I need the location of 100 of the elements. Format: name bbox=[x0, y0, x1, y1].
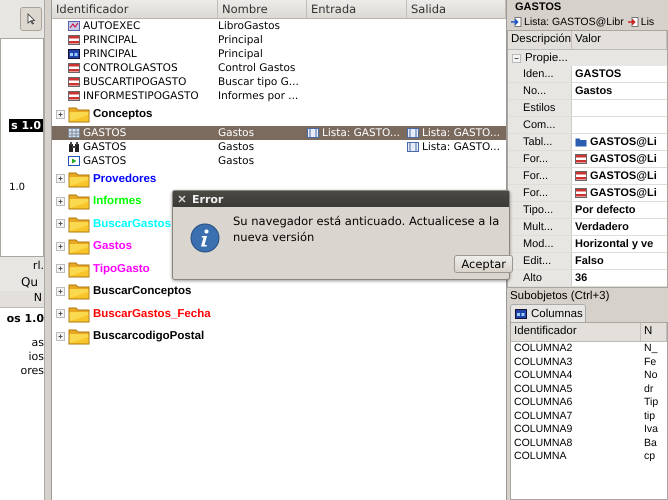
output-cell: Lista: GASTO... bbox=[422, 140, 500, 152]
object-name: Informes por ... bbox=[218, 90, 298, 102]
tree-row[interactable]: GASTOS Gastos Lista: GASTO... Lista: GASTO... bbox=[52, 126, 506, 140]
property-label: Com... bbox=[523, 119, 556, 131]
object-name: Gastos bbox=[218, 140, 254, 152]
property-value: GASTOS@Li bbox=[590, 187, 657, 199]
tree-row[interactable]: CONTROLGASTOS Control Gastos bbox=[52, 61, 506, 75]
object-id: GASTOS bbox=[83, 140, 126, 152]
link-text[interactable]: Lista: GASTOS@Libr bbox=[524, 16, 624, 28]
object-name: Principal bbox=[218, 34, 263, 46]
label-text: s 1.0 bbox=[9, 119, 43, 132]
object-name: Gastos bbox=[218, 154, 254, 166]
column-header[interactable]: Salida bbox=[407, 0, 506, 18]
property-label: Estilos bbox=[523, 102, 556, 114]
folder-name[interactable]: Provedores bbox=[93, 172, 156, 185]
dock-title: rl. bbox=[32, 258, 44, 272]
expand-icon[interactable] bbox=[56, 219, 65, 228]
tree-row[interactable]: INFORMESTIPOGASTO Informes por ... bbox=[52, 89, 506, 103]
object-id: GASTOS bbox=[83, 154, 126, 166]
property-label: Iden... bbox=[523, 68, 554, 80]
tree-row[interactable]: GASTOS Gastos bbox=[52, 154, 506, 168]
expand-icon[interactable] bbox=[56, 174, 65, 184]
folder-icon bbox=[68, 105, 90, 124]
table-cell-text: Tip bbox=[644, 396, 660, 410]
table-cell-text: N_ bbox=[644, 342, 659, 356]
enter-arrow-icon bbox=[510, 16, 522, 28]
table-cell-text: COLUMNA5 bbox=[514, 382, 574, 396]
expand-icon[interactable] bbox=[56, 110, 65, 119]
input-cell: Lista: GASTO... bbox=[322, 126, 400, 138]
list-icon bbox=[407, 140, 419, 152]
pointer-tool-button[interactable] bbox=[20, 7, 42, 31]
folder-name[interactable]: BuscarConceptos bbox=[93, 285, 192, 298]
list-item: as bbox=[32, 336, 44, 350]
table-cell-text: tip bbox=[644, 410, 656, 423]
object-name: Buscar tipo G... bbox=[218, 76, 299, 88]
column-header[interactable]: N bbox=[641, 323, 667, 341]
link-text[interactable]: Lis bbox=[640, 16, 654, 28]
column-header[interactable]: Nombre bbox=[218, 0, 307, 18]
dialog-message: Su navegador está anticuado. Actualicese a la nueva versión bbox=[233, 213, 500, 245]
panel-tab[interactable]: Qu bbox=[20, 275, 38, 289]
pointer-icon bbox=[25, 13, 37, 25]
accept-button[interactable]: Aceptar bbox=[454, 255, 513, 273]
object-id: GASTOS bbox=[83, 126, 126, 138]
output-cell: Lista: GASTO... bbox=[422, 126, 500, 138]
report-icon bbox=[575, 187, 587, 199]
property-label: Mod... bbox=[523, 238, 554, 250]
object-id: BUSCARTIPOGASTO bbox=[83, 76, 186, 88]
report-icon bbox=[575, 170, 587, 182]
folder-icon bbox=[68, 260, 90, 278]
property-value: GASTOS@Li bbox=[590, 153, 657, 165]
expand-icon[interactable] bbox=[56, 309, 65, 318]
folder-name[interactable]: BuscarcodigoPostal bbox=[93, 330, 204, 342]
property-value: Horizontal y ve bbox=[575, 238, 654, 250]
close-icon[interactable] bbox=[178, 195, 186, 203]
table-cell-text: dr bbox=[644, 382, 654, 396]
columns-tab[interactable]: Columnas bbox=[510, 304, 586, 322]
column-header[interactable]: Entrada bbox=[307, 0, 407, 18]
column-header[interactable]: Identificador bbox=[52, 0, 218, 18]
property-value: Por defecto bbox=[575, 204, 636, 216]
table-cell-text: COLUMNA6 bbox=[514, 396, 574, 410]
object-name: Gastos bbox=[218, 126, 254, 138]
exit-arrow-icon bbox=[626, 16, 639, 28]
table-cell-text: COLUMNA9 bbox=[514, 423, 574, 436]
tree-row[interactable]: BUSCARTIPOGASTO Buscar tipo G... bbox=[52, 75, 506, 89]
expand-icon[interactable] bbox=[56, 242, 65, 251]
list-icon bbox=[407, 126, 419, 138]
tree-row[interactable]: GASTOS Gastos Lista: GASTO... bbox=[52, 140, 506, 154]
property-label: Tipo... bbox=[523, 204, 554, 216]
version-text: 1.0 bbox=[9, 182, 25, 193]
binoculars-icon bbox=[68, 140, 80, 152]
folder-icon bbox=[68, 170, 90, 188]
folder-name[interactable]: Conceptos bbox=[93, 108, 152, 120]
table-cell-text: COLUMNA7 bbox=[514, 410, 574, 423]
collapse-icon[interactable] bbox=[512, 54, 521, 62]
expand-icon[interactable] bbox=[56, 264, 65, 274]
list-item: os 1.0 bbox=[6, 312, 44, 327]
column-header[interactable]: Descripción bbox=[508, 31, 572, 49]
property-label: Alto bbox=[523, 272, 542, 284]
tree-row[interactable]: PRINCIPAL Principal bbox=[52, 33, 506, 47]
list-icon bbox=[307, 126, 319, 138]
group-label: Propie... bbox=[525, 52, 568, 64]
object-id: PRINCIPAL bbox=[83, 34, 137, 46]
property-label: Mult... bbox=[523, 221, 553, 233]
object-name: Control Gastos bbox=[218, 62, 296, 74]
column-header[interactable]: Identificador bbox=[511, 323, 641, 341]
column-header: N bbox=[0, 291, 44, 308]
property-label: No... bbox=[523, 85, 546, 97]
tree-row[interactable]: PRINCIPAL Principal bbox=[52, 47, 506, 61]
property-value: Verdadero bbox=[575, 221, 629, 233]
object-id: AUTOEXEC bbox=[83, 20, 140, 32]
expand-icon[interactable] bbox=[56, 286, 65, 296]
expand-icon[interactable] bbox=[56, 196, 65, 206]
table-cell-text: cp bbox=[644, 450, 656, 464]
report-icon bbox=[68, 34, 80, 46]
expand-icon[interactable] bbox=[56, 332, 65, 341]
folder-name[interactable]: BuscarGastos_Fecha bbox=[93, 308, 211, 320]
column-header[interactable]: Valor bbox=[572, 31, 667, 49]
info-icon bbox=[190, 223, 220, 253]
tree-row[interactable]: AUTOEXEC LibroGastos bbox=[52, 19, 506, 33]
form-icon bbox=[68, 48, 80, 60]
